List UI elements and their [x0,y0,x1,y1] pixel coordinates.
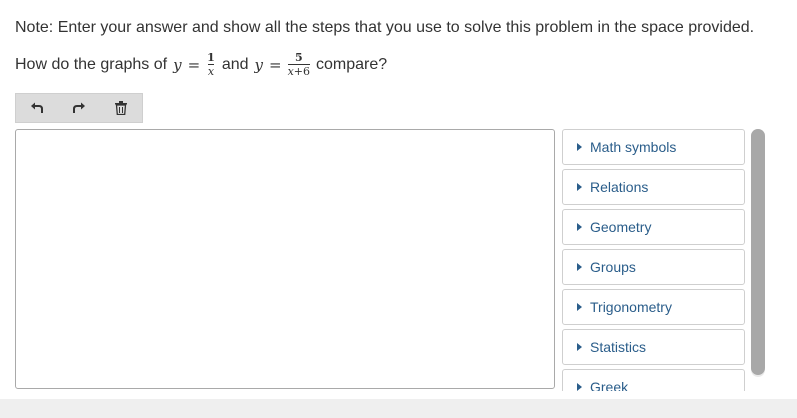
editor-toolbar [15,93,143,123]
fraction-1-denominator: x [207,64,215,78]
equation-1: y = 1 x [173,52,216,77]
palette-item-label: Geometry [590,219,652,235]
question-prefix: How do the graphs of [15,55,168,73]
fraction-2-denominator: x+6 [287,64,311,78]
question-connector: and [221,55,249,73]
palette-item-greek[interactable]: Greek [562,369,745,391]
question-suffix: compare? [316,55,388,73]
eq1-equals: = [187,55,201,74]
redo-button[interactable] [58,94,100,122]
palette-item-label: Groups [590,259,636,275]
caret-right-icon [577,223,582,231]
palette-item-trigonometry[interactable]: Trigonometry [562,289,745,325]
question-text: How do the graphs of y = 1 x and y = 5 x… [15,52,393,77]
palette-item-label: Statistics [590,339,647,355]
palette-item-geometry[interactable]: Geometry [562,209,745,245]
fraction-1: 1 x [206,52,216,77]
undo-button[interactable] [16,94,58,122]
undo-icon [31,102,43,113]
palette-item-label: Greek [590,379,629,391]
eq2-equals: = [269,55,282,74]
palette-item-label: Relations [590,179,649,195]
palette-item-relations[interactable]: Relations [562,169,745,205]
fraction-2-numerator: 5 [294,51,303,64]
palette-item-statistics[interactable]: Statistics [562,329,745,365]
instruction-note: Note: Enter your answer and show all the… [15,19,755,36]
caret-right-icon [577,343,582,351]
symbol-palette: Math symbols Relations Geometry Groups T… [562,129,746,391]
caret-right-icon [577,183,582,191]
redo-icon [73,102,85,113]
bottom-bar [0,399,797,418]
eq1-variable: y [173,55,182,74]
eq2-variable: y [254,55,263,74]
caret-right-icon [577,383,582,391]
fraction-1-numerator: 1 [207,51,215,64]
caret-right-icon [577,143,582,151]
palette-item-math-symbols[interactable]: Math symbols [562,129,745,165]
caret-right-icon [577,303,582,311]
delete-button[interactable] [100,94,142,122]
palette-scrollbar-thumb[interactable] [751,129,765,375]
answer-editor[interactable] [15,129,555,389]
fraction-2-den-rest: +6 [293,65,311,78]
fraction-2: 5 x+6 [287,51,311,78]
equation-2: y = 5 x+6 [255,52,311,77]
caret-right-icon [577,263,582,271]
trash-icon [115,101,127,115]
palette-item-label: Trigonometry [590,299,672,315]
palette-item-groups[interactable]: Groups [562,249,745,285]
palette-item-label: Math symbols [590,139,677,155]
